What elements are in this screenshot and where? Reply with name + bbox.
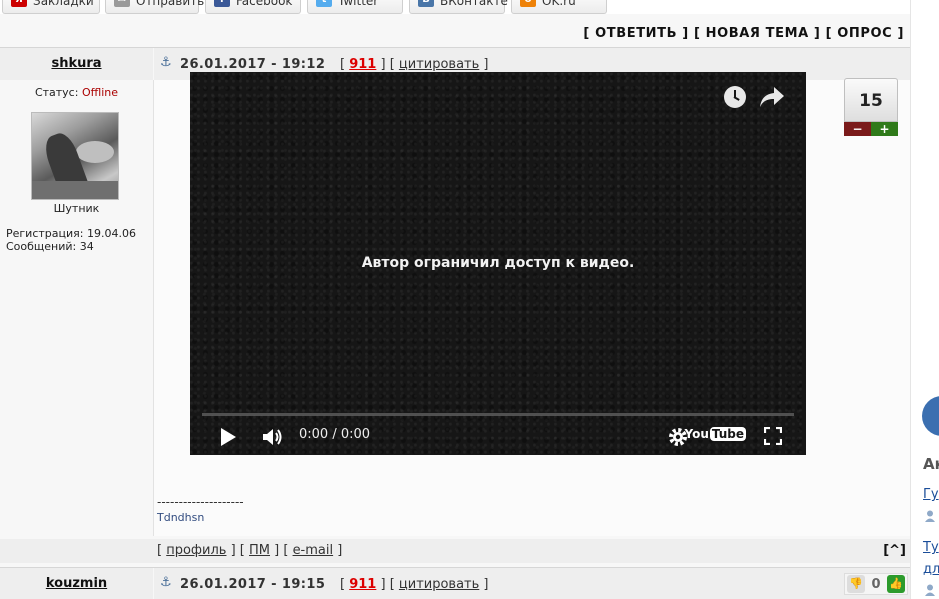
yandex-icon: Я xyxy=(11,0,27,7)
post-author-cell: shkura xyxy=(0,48,153,80)
post-author-link[interactable]: shkura xyxy=(51,56,101,71)
youtube-logo[interactable]: You Tube xyxy=(684,427,746,447)
video-progress-bar[interactable] xyxy=(202,413,794,416)
vote-down-button[interactable]: − xyxy=(844,122,871,136)
post-meta: ⚓ 26.01.2017 - 19:15 [ 911 ] [ цитироват… xyxy=(154,568,910,599)
post-date: 26.01.2017 - 19:12 xyxy=(180,57,326,72)
post-header: kouzmin ⚓ 26.01.2017 - 19:15 [ 911 ] [ ц… xyxy=(0,568,910,599)
share-bookmarks-button[interactable]: Я Закладки xyxy=(2,0,100,14)
share-facebook-button[interactable]: f Facebook xyxy=(205,0,301,14)
video-time: 0:00 / 0:00 xyxy=(299,427,371,442)
like-count: 0 xyxy=(871,576,881,592)
anchor-icon[interactable]: ⚓ xyxy=(160,576,172,590)
user-icon xyxy=(925,584,935,596)
ok-icon: о xyxy=(520,0,536,7)
message-count: Сообщений: 34 xyxy=(6,240,94,253)
anchor-icon[interactable]: ⚓ xyxy=(160,56,172,70)
avatar xyxy=(31,112,119,200)
volume-icon[interactable] xyxy=(262,427,284,447)
video-controls: 0:00 / 0:00 You Tube xyxy=(190,420,806,452)
post-body: Статус: Offline Шутник Регистрация: 19.0… xyxy=(0,72,910,536)
registration-date: Регистрация: 19.04.06 xyxy=(6,227,136,240)
watch-later-icon[interactable] xyxy=(724,86,746,108)
quote-link[interactable]: цитировать xyxy=(399,57,479,72)
widget-heading: Ак xyxy=(923,455,939,473)
like-icon[interactable]: 👍 xyxy=(887,575,905,593)
poll-button[interactable]: [ ОПРОС ] xyxy=(826,26,904,41)
reply-button[interactable]: [ ОТВЕТИТЬ ] xyxy=(583,26,688,41)
column-divider xyxy=(153,80,154,536)
widget-circle-icon[interactable] xyxy=(922,396,939,436)
post-links: [ 911 ] [ цитировать ] xyxy=(340,57,489,72)
post-footer-links: [ профиль ] [ ПМ ] [ e-mail ] xyxy=(157,543,343,558)
signature-separator: -------------------- xyxy=(157,495,244,509)
widget-link[interactable]: дл xyxy=(923,562,939,577)
profile-link[interactable]: профиль xyxy=(166,543,226,558)
mail-icon: ✉ xyxy=(114,0,130,7)
author-stats: Регистрация: 19.04.06 Сообщений: 34 xyxy=(6,227,136,253)
fullscreen-icon[interactable] xyxy=(764,427,782,445)
twitter-icon: t xyxy=(316,0,332,7)
post-footer: [ профиль ] [ ПМ ] [ e-mail ] [^] xyxy=(0,539,910,563)
status-badge: Offline xyxy=(81,86,119,99)
signature: -------------------- Tdndhsn xyxy=(157,494,244,526)
quote-link[interactable]: цитировать xyxy=(399,577,479,592)
signature-text: Tdndhsn xyxy=(157,511,205,524)
user-icon xyxy=(925,510,935,522)
post-number-link[interactable]: 911 xyxy=(349,577,376,592)
post-date: 26.01.2017 - 19:15 xyxy=(180,577,326,592)
facebook-icon: f xyxy=(214,0,230,7)
share-send-button[interactable]: ✉ Отправить xyxy=(105,0,204,14)
youtube-video-player[interactable]: Автор ограничил доступ к видео. 0:00 / 0… xyxy=(190,72,806,455)
dislike-icon[interactable]: 👎 xyxy=(847,575,865,593)
author-status: Статус: Offline xyxy=(34,86,119,99)
new-topic-button[interactable]: [ НОВАЯ ТЕМА ] xyxy=(694,26,821,41)
share-icon[interactable] xyxy=(758,84,786,110)
post-links: [ 911 ] [ цитировать ] xyxy=(340,577,489,592)
post-content: Автор ограничил доступ к видео. 0:00 / 0… xyxy=(154,72,910,536)
post-rating: 15 − + xyxy=(844,78,900,138)
video-restricted-message: Автор ограничил доступ к видео. xyxy=(361,255,635,271)
widget-link[interactable]: Гу xyxy=(923,487,939,502)
share-twitter-button[interactable]: t Twitter xyxy=(307,0,403,14)
like-widget: 👎 0 👍 xyxy=(844,573,908,595)
share-vk-button[interactable]: В ВКонтакте xyxy=(409,0,508,14)
share-ok-button[interactable]: о OK.ru xyxy=(511,0,607,14)
vk-icon: В xyxy=(418,0,434,7)
post-author-link[interactable]: kouzmin xyxy=(46,576,107,591)
author-info: Статус: Offline Шутник Регистрация: 19.0… xyxy=(0,80,153,536)
post-number-link[interactable]: 911 xyxy=(349,57,376,72)
post-author-cell: kouzmin xyxy=(0,568,153,599)
email-link[interactable]: e-mail xyxy=(293,543,334,558)
share-bar: Я Закладки ✉ Отправить f Facebook t Twit… xyxy=(0,0,910,14)
widget-link[interactable]: Ту xyxy=(923,540,939,555)
rating-count: 15 xyxy=(844,78,898,122)
author-rank: Шутник xyxy=(53,202,100,215)
topic-actions: [ ОТВЕТИТЬ ] [ НОВАЯ ТЕМА ] [ ОПРОС ] xyxy=(583,26,904,41)
pm-link[interactable]: ПМ xyxy=(249,543,270,558)
vote-up-button[interactable]: + xyxy=(871,122,898,136)
side-widget: Ак Гу Ту дл xyxy=(910,0,939,599)
play-icon[interactable] xyxy=(221,428,236,446)
back-to-top-link[interactable]: [^] xyxy=(883,543,906,558)
